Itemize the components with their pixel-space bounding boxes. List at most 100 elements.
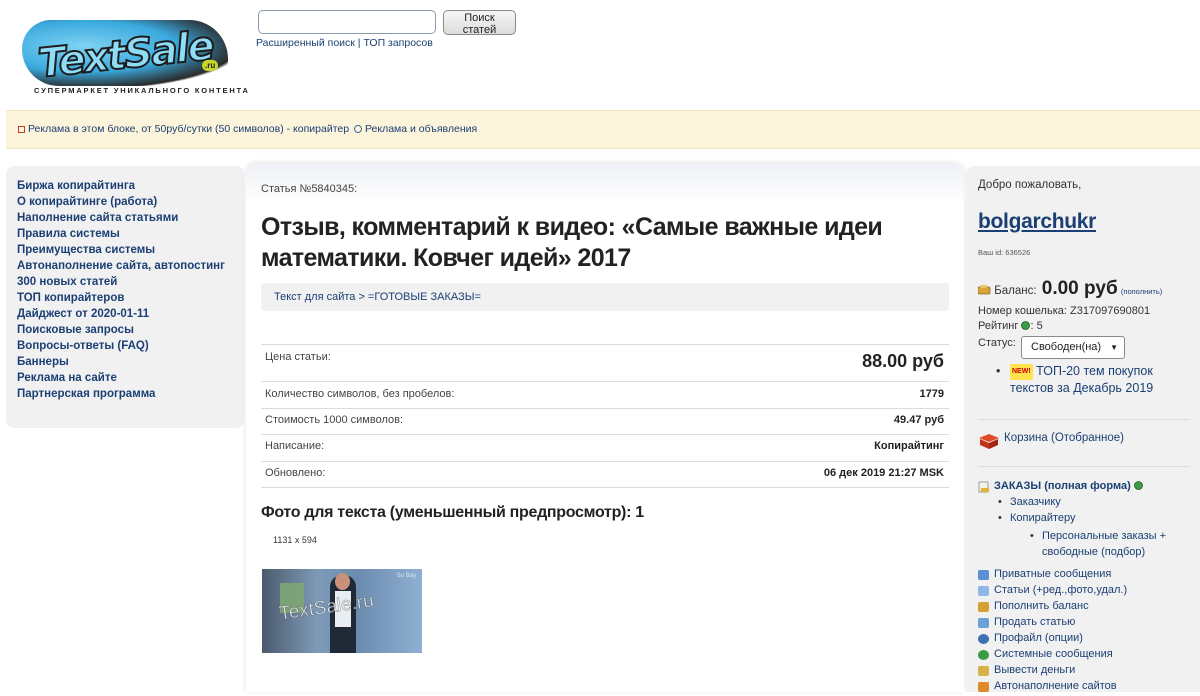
ad-band: Реклама в этом блоке, от 50руб/сутки (50… — [6, 110, 1200, 149]
ad-link[interactable]: Реклама в этом блоке, от 50руб/сутки (50… — [28, 123, 349, 135]
message-icon — [978, 570, 989, 580]
nav-item-faq[interactable]: Вопросы-ответы (FAQ) — [17, 340, 149, 352]
chevron-down-icon: ▼ — [1110, 343, 1118, 352]
advanced-search-link[interactable]: Расширенный поиск — [256, 37, 355, 49]
divider — [978, 466, 1190, 467]
nav-item-autoposting[interactable]: Автонаполнение сайта, автопостинг — [17, 260, 225, 272]
breadcrumb: Текст для сайта > =ГОТОВЫЕ ЗАКАЗЫ= — [261, 283, 949, 311]
nav-item-about[interactable]: О копирайтинге (работа) — [17, 196, 157, 208]
username-link[interactable]: bolgarchukr — [978, 210, 1096, 234]
nav-item-advertising[interactable]: Реклама на сайте — [17, 372, 117, 384]
balance-label: Баланс: — [994, 285, 1037, 297]
nav-item-banners[interactable]: Баннеры — [17, 356, 69, 368]
article-title: Отзыв, комментарий к видео: «Самые важны… — [261, 213, 883, 272]
menu-item-system-messages[interactable]: Системные сообщения — [978, 648, 1127, 664]
info-value: 1779 — [919, 388, 944, 400]
cart-label: Корзина (Отобранное) — [1004, 432, 1125, 444]
ads-circle-icon — [353, 125, 362, 134]
article-info-table: Цена статьи: 88.00 руб Количество символ… — [261, 344, 949, 488]
ads-link[interactable]: Реклама и объявления — [365, 123, 477, 135]
info-row-price: Цена статьи: 88.00 руб — [261, 345, 949, 382]
topup-link[interactable]: (пополнить) — [1121, 287, 1162, 296]
autofill-icon — [978, 682, 989, 692]
info-value: 06 дек 2019 21:27 MSK — [823, 467, 944, 479]
nav-item-exchange[interactable]: Биржа копирайтинга — [17, 180, 135, 192]
status-select[interactable]: Свободен(на) ▼ — [1021, 336, 1125, 359]
balance-amount: 0.00 руб — [1041, 278, 1118, 299]
system-messages-icon — [978, 650, 989, 660]
user-sidebar: Добро пожаловать, bolgarchukr Ваш id: 63… — [966, 166, 1200, 692]
info-value: 49.47 руб — [893, 414, 944, 426]
rating-label: Рейтинг — [978, 320, 1019, 332]
photo-corner-mark: So Bay — [396, 573, 416, 579]
wallet-icon — [977, 285, 991, 295]
new-badge-icon: NEW! — [1010, 364, 1033, 380]
breadcrumb-link[interactable]: Текст для сайта > =ГОТОВЫЕ ЗАКАЗЫ= — [274, 291, 481, 303]
search-button[interactable]: Поиск статей — [443, 10, 516, 36]
top-queries-link[interactable]: ТОП запросов — [363, 37, 432, 49]
menu-item-autofill[interactable]: Автонаполнение сайтов — [978, 680, 1127, 696]
status-value: Свободен(на) — [1031, 341, 1102, 353]
orders-status-icon — [1133, 481, 1143, 490]
menu-item-withdraw[interactable]: Вывести деньги — [978, 664, 1127, 680]
photo-heading: Фото для текста (уменьшенный предпросмот… — [261, 504, 644, 521]
nav-item-content-fill[interactable]: Наполнение сайта статьями — [17, 212, 178, 224]
divider — [978, 419, 1190, 420]
info-row-price-per-1000: Стоимость 1000 символов: 49.47 руб — [261, 409, 949, 435]
menu-item-articles[interactable]: Статьи (+ред.,фото,удал.) — [978, 584, 1127, 600]
left-nav: Биржа копирайтинга О копирайтинге (работ… — [6, 166, 244, 428]
cart-icon — [979, 434, 999, 449]
orders-customer-link[interactable]: Заказчику — [998, 496, 1061, 508]
orders-icon — [978, 481, 989, 493]
link-separator: | — [357, 37, 361, 49]
photo-dimensions: 1131 x 594 — [273, 535, 317, 545]
main-content: Статья №5840345: Отзыв, комментарий к ви… — [246, 164, 964, 692]
info-label: Обновлено: — [265, 467, 326, 479]
wallet-number: Номер кошелька: Z317097690801 — [978, 305, 1151, 317]
nav-item-top-copywriters[interactable]: ТОП копирайтеров — [17, 292, 124, 304]
welcome-text: Добро пожаловать, — [978, 179, 1082, 191]
menu-item-messages[interactable]: Приватные сообщения — [978, 568, 1127, 584]
user-id: Ваш id: 636526 — [978, 248, 1031, 257]
info-value: Копирайтинг — [874, 440, 944, 452]
info-label: Стоимость 1000 символов: — [265, 414, 404, 426]
articles-icon — [978, 586, 989, 596]
nav-item-rules[interactable]: Правила системы — [17, 228, 120, 240]
orders-title: ЗАКАЗЫ (полная форма) — [994, 480, 1131, 492]
article-photo-thumbnail[interactable]: TextSale.ru So Bay — [262, 569, 422, 653]
cart-link[interactable]: Корзина (Отобранное) — [978, 432, 1124, 453]
info-value: 88.00 руб — [862, 351, 944, 371]
account-menu: Приватные сообщения Статьи (+ред.,фото,у… — [978, 568, 1127, 696]
status-label: Статус: — [978, 337, 1016, 349]
withdraw-icon — [978, 666, 989, 676]
nav-item-digest[interactable]: Дайджест от 2020-01-11 — [17, 308, 149, 320]
logo-tagline: СУПЕРМАРКЕТ УНИКАЛЬНОГО КОНТЕНТА — [34, 86, 250, 95]
orders-personal-link[interactable]: Персональные заказы + свободные (подбор) — [1030, 528, 1190, 560]
orders-copywriter-link[interactable]: Копирайтеру — [998, 512, 1075, 524]
rating-row: Рейтинг : 5 — [978, 320, 1043, 332]
search-input[interactable] — [258, 10, 436, 34]
info-row-writing: Написание: Копирайтинг — [261, 435, 949, 462]
menu-item-topup[interactable]: Пополнить баланс — [978, 600, 1127, 616]
ad-square-icon — [18, 125, 25, 133]
info-row-updated: Обновлено: 06 дек 2019 21:27 MSK — [261, 462, 949, 488]
menu-item-sell[interactable]: Продать статью — [978, 616, 1127, 632]
logo-suffix: .ru — [202, 60, 219, 71]
article-number: Статья №5840345: — [261, 183, 358, 195]
menu-item-profile[interactable]: Профайл (опции) — [978, 632, 1127, 648]
nav-item-search-queries[interactable]: Поисковые запросы — [17, 324, 134, 336]
info-label: Написание: — [265, 440, 325, 452]
nav-item-advantages[interactable]: Преимущества системы — [17, 244, 155, 256]
orders-link[interactable]: ЗАКАЗЫ (полная форма) — [978, 480, 1143, 493]
info-label: Количество символов, без пробелов: — [265, 388, 455, 400]
nav-item-partner-program[interactable]: Партнерская программа — [17, 388, 155, 400]
nav-item-new-articles[interactable]: 300 новых статей — [17, 276, 117, 288]
profile-icon — [978, 634, 989, 644]
sell-icon — [978, 618, 989, 628]
site-logo[interactable]: TextSale .ru СУПЕРМАРКЕТ УНИКАЛЬНОГО КОН… — [18, 14, 248, 100]
top20-link-item[interactable]: NEW! ТОП-20 тем покупок текстов за Декаб… — [996, 363, 1190, 396]
search-links: Расширенный поиск | ТОП запросов — [256, 37, 433, 49]
topup-icon — [978, 602, 989, 612]
info-label: Цена статьи: — [265, 351, 331, 363]
rating-value: : 5 — [1030, 320, 1043, 332]
